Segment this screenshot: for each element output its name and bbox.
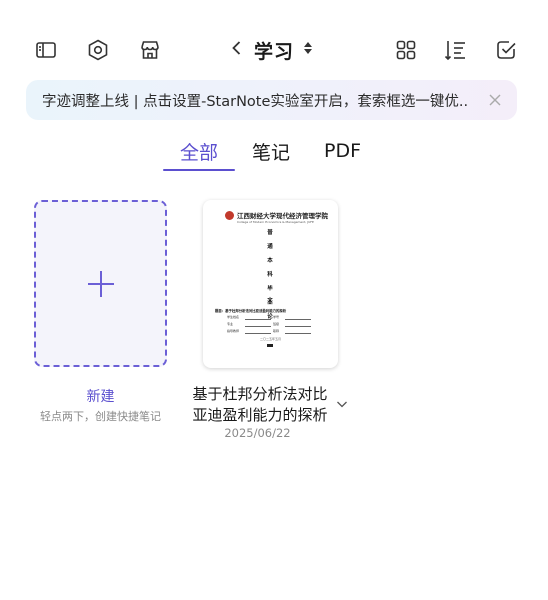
sidebar-icon[interactable]	[34, 38, 58, 62]
thumbnail-school: 江西财经大学现代经济管理学院	[237, 212, 328, 220]
back-chevron-icon[interactable]	[228, 39, 246, 61]
thumbnail-date: 二〇二五年五月	[259, 337, 281, 341]
thumbnail-field-row: 专业 班级	[227, 322, 311, 327]
announcement-banner[interactable]: 字迹调整上线 | 点击设置-StarNote实验室开启，套索框选一键优..	[26, 80, 517, 120]
close-icon[interactable]	[487, 92, 503, 108]
new-note-label: 新建	[86, 389, 115, 405]
document-thumbnail[interactable]: 江西财经大学现代经济管理学院 College of Modern Economi…	[203, 200, 338, 368]
folder-title[interactable]: 学习	[228, 34, 314, 66]
new-note-button[interactable]	[34, 200, 167, 367]
thumbnail-vertical-last: 文	[267, 298, 273, 304]
thumbnail-header: 江西财经大学现代经济管理学院	[225, 210, 328, 220]
tab-all[interactable]: 全部	[180, 136, 218, 166]
tab-notes[interactable]: 笔记	[252, 136, 290, 166]
thumbnail-school-en: College of Modern Economics & Management…	[237, 220, 314, 224]
store-icon[interactable]	[138, 38, 162, 62]
thumbnail-thesis-title: 题目：基于杜邦分析法对比亚迪盈利能力的探析	[215, 309, 287, 313]
banner-text: 字迹调整上线 | 点击设置-StarNote实验室开启，套索框选一键优..	[42, 93, 469, 110]
sort-updown-icon[interactable]	[302, 40, 314, 60]
page-title: 学习	[254, 40, 295, 63]
thumbnail-field-row: 指导教师 职称	[227, 329, 311, 334]
active-tab-indicator	[163, 169, 235, 171]
settings-hexagon-icon[interactable]	[86, 38, 110, 62]
select-check-icon[interactable]	[494, 38, 518, 62]
plus-icon	[87, 270, 114, 297]
top-toolbar: 学习	[0, 30, 548, 70]
filter-tabs: 全部 笔记 PDF	[0, 136, 548, 176]
thumbnail-field-row: 学生姓名 学号	[227, 315, 311, 320]
chevron-down-icon[interactable]	[335, 396, 349, 410]
document-date: 2025/06/22	[224, 426, 291, 440]
document-name[interactable]: 基于杜邦分析法对比 亚迪盈利能力的探析	[190, 384, 330, 426]
sort-list-icon[interactable]	[444, 38, 468, 62]
new-note-hint: 轻点两下，创建快捷笔记	[40, 410, 161, 423]
tab-pdf[interactable]: PDF	[324, 136, 361, 166]
thumbnail-mark	[267, 344, 273, 347]
grid-view-icon[interactable]	[394, 38, 418, 62]
school-logo-icon	[225, 210, 234, 220]
